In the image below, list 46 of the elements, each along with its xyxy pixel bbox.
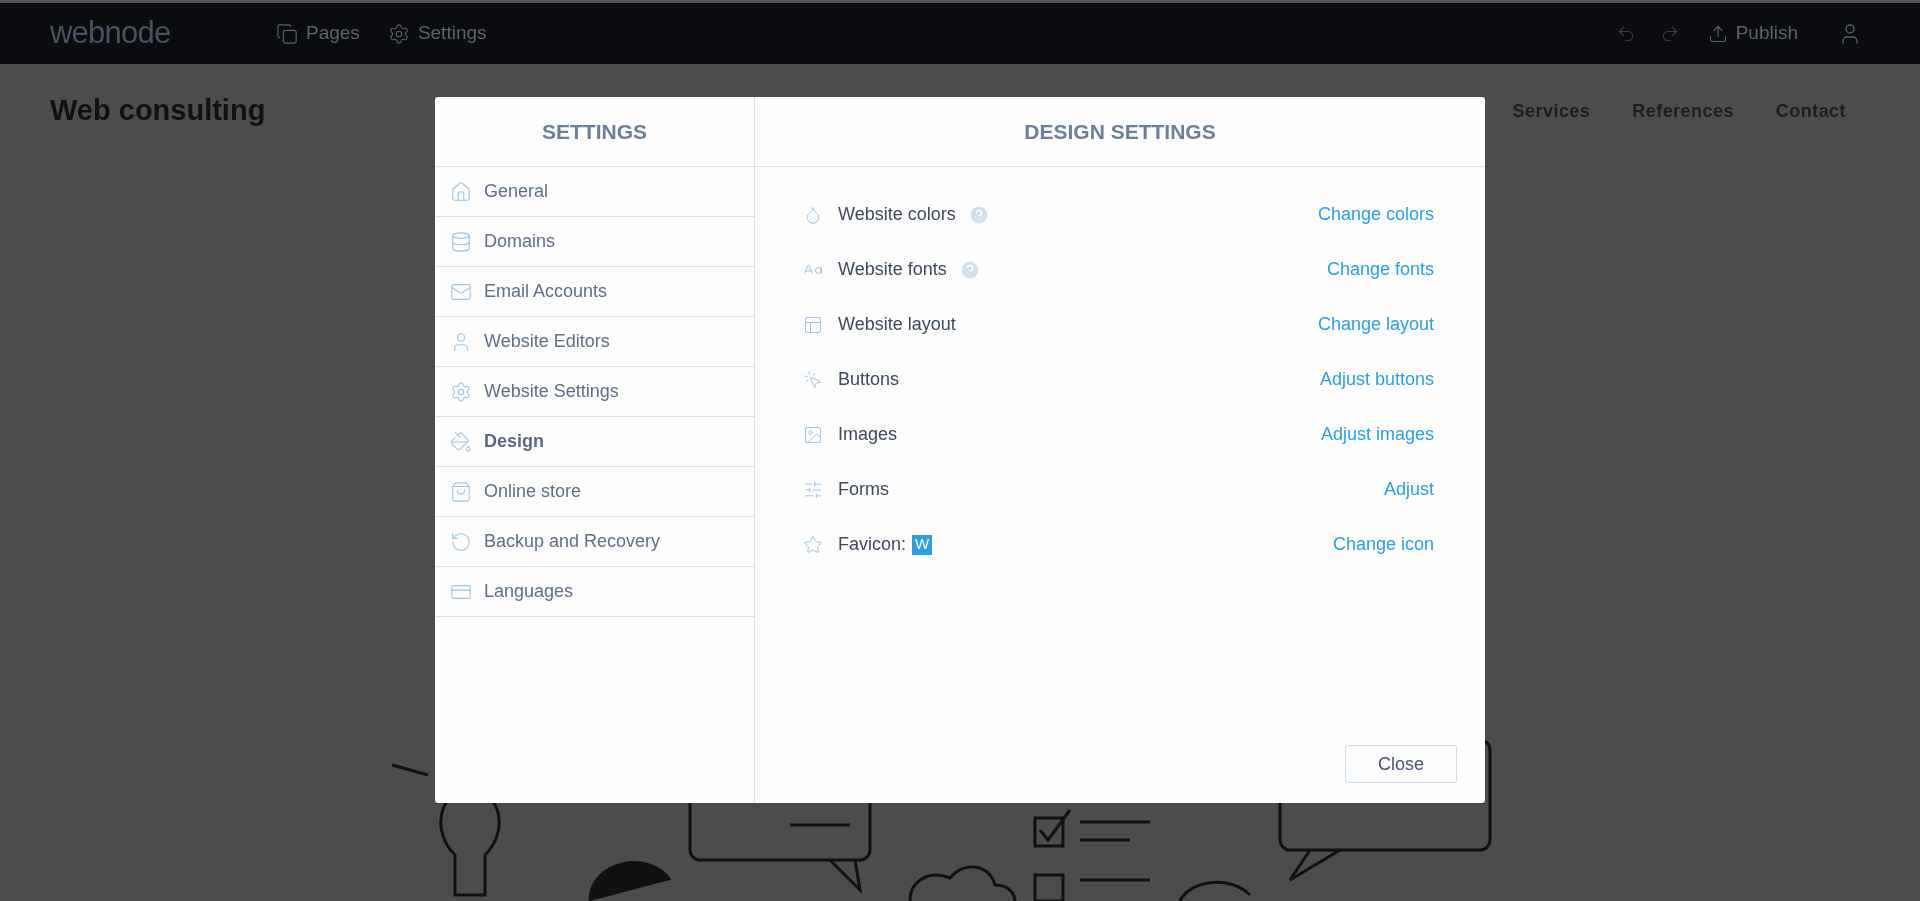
close-button[interactable]: Close — [1345, 745, 1457, 783]
setting-label: Buttons — [838, 368, 900, 391]
setting-label: Website fonts — [838, 258, 947, 281]
setting-label: Favicon: — [838, 533, 907, 556]
image-icon — [803, 424, 823, 445]
gear-icon — [450, 380, 472, 403]
pointer-click-icon — [803, 369, 823, 390]
nav-link[interactable]: Pages — [276, 19, 360, 48]
sidebar-item[interactable]: Online store — [435, 467, 754, 517]
action-link[interactable]: Change icon — [1332, 531, 1434, 558]
settings-icon — [387, 22, 410, 45]
star-icon — [803, 534, 823, 555]
pages-icon — [276, 22, 298, 45]
sidebar-item[interactable]: Backup and Recovery — [435, 517, 754, 567]
upload-icon — [1707, 23, 1728, 44]
action-link[interactable]: Change layout — [1317, 311, 1434, 338]
help-icon[interactable] — [967, 203, 990, 226]
shopping-bag-icon — [450, 480, 472, 503]
help-icon[interactable] — [958, 258, 981, 281]
circular-arrow-icon — [450, 530, 472, 553]
sidebar-item[interactable]: Languages — [435, 567, 754, 617]
action-link[interactable]: Adjust buttons — [1319, 366, 1434, 393]
action-link[interactable]: Change colors — [1317, 201, 1434, 228]
database-icon — [450, 230, 472, 253]
setting-label: Images — [838, 423, 898, 446]
paint-bucket-icon — [450, 430, 472, 453]
sidebar-item[interactable]: General — [435, 167, 754, 217]
sidebar-title: SETTINGS — [542, 118, 647, 145]
action-link[interactable]: Adjust — [1383, 476, 1434, 503]
panel-title: DESIGN SETTINGS — [1024, 118, 1216, 145]
layout-icon — [803, 314, 823, 335]
site-title: Web consulting — [50, 93, 266, 129]
setting-label: Website layout — [838, 313, 956, 336]
publish-button[interactable]: Publish — [1707, 19, 1798, 48]
sidebar-item[interactable]: Website Editors — [435, 317, 754, 367]
nav-link[interactable]: Settings — [387, 19, 487, 48]
house-icon — [450, 180, 472, 203]
logo: webnode — [50, 14, 172, 53]
setting-label: Forms — [838, 478, 889, 501]
action-link[interactable]: Change fonts — [1326, 256, 1434, 283]
sliders-icon — [803, 479, 823, 500]
sidebar-item[interactable]: Domains — [435, 217, 754, 267]
setting-label: Website colors — [838, 203, 956, 226]
action-link[interactable]: Adjust images — [1320, 421, 1434, 448]
favicon-badge: W — [912, 534, 933, 555]
sidebar-item[interactable]: Email Accounts — [435, 267, 754, 317]
